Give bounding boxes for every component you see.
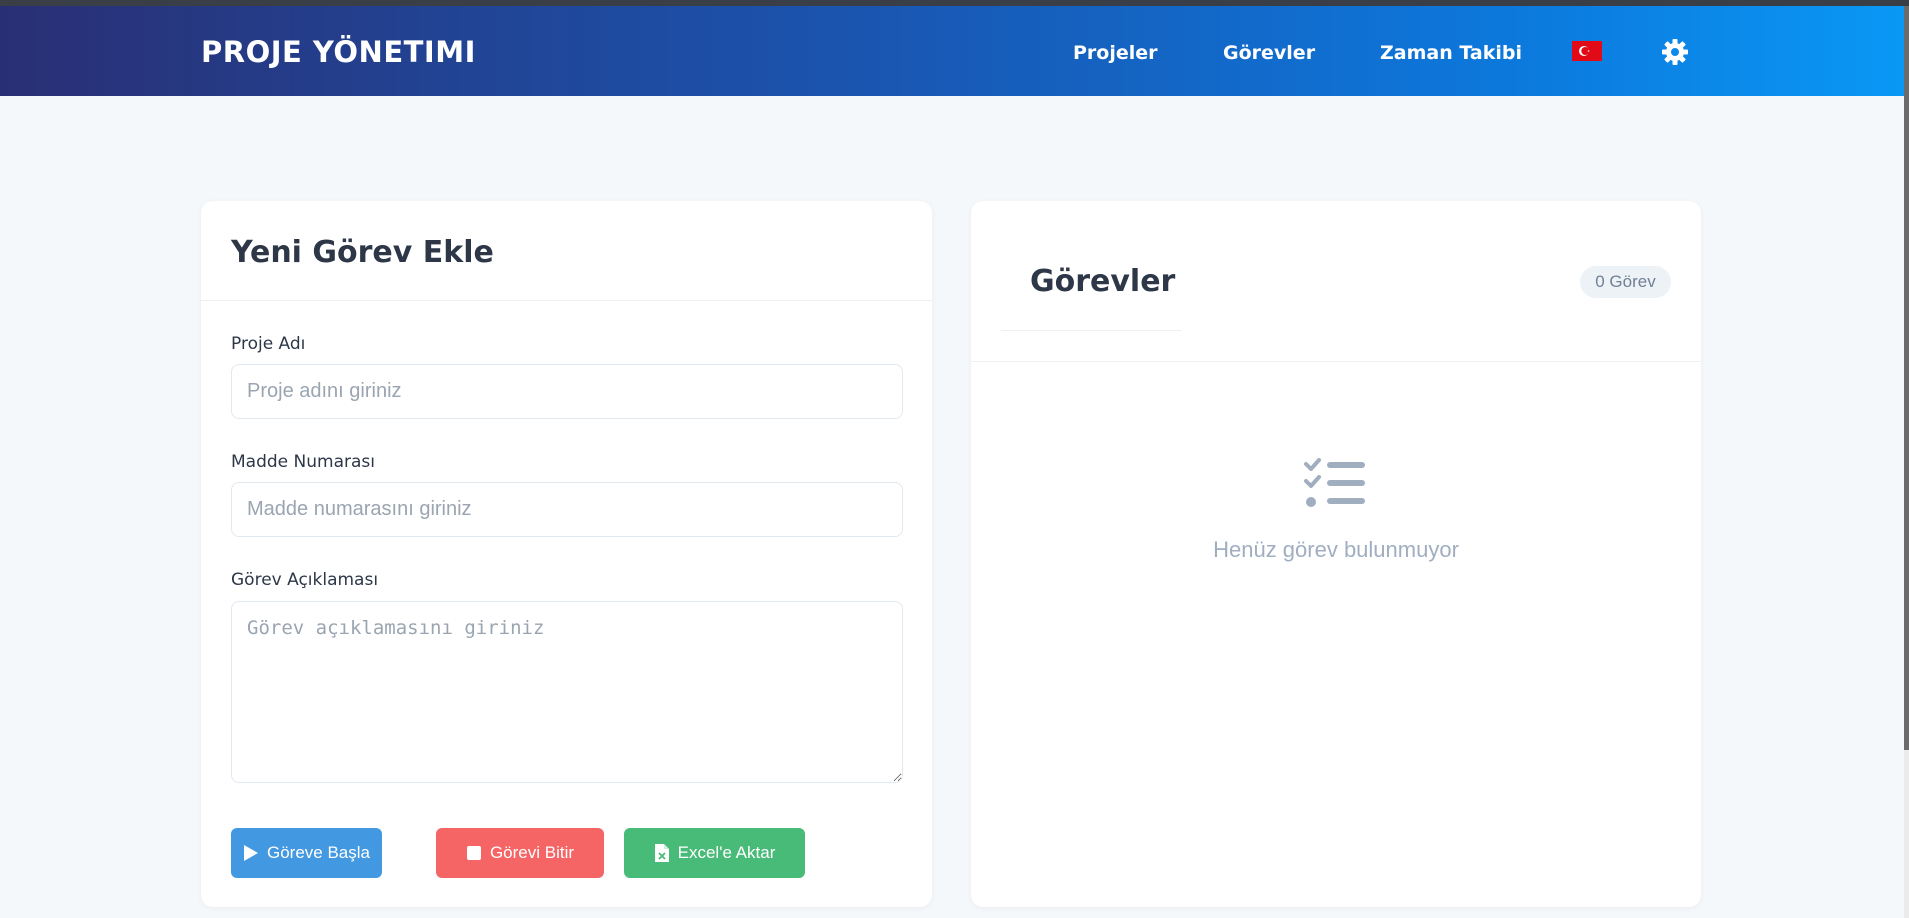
gear-icon[interactable] <box>1661 38 1689 71</box>
new-task-card: Yeni Görev Ekle Proje Adı Madde Numarası… <box>201 201 932 907</box>
card-divider <box>971 361 1701 362</box>
project-name-label: Proje Adı <box>231 334 306 354</box>
tasks-title-underline <box>1001 330 1182 331</box>
navbar: PROJE YÖNETIMI Projeler Görevler Zaman T… <box>0 6 1904 96</box>
tasks-card: Görevler 0 Görev Henüz görev bulunmuyor <box>971 201 1701 907</box>
item-number-label: Madde Numarası <box>231 452 375 472</box>
empty-tasks-message: Henüz görev bulunmuyor <box>1213 537 1459 562</box>
description-textarea[interactable] <box>231 601 903 783</box>
new-task-title: Yeni Görev Ekle <box>231 235 494 270</box>
project-name-input[interactable] <box>231 364 903 419</box>
description-label: Görev Açıklaması <box>231 570 379 590</box>
excel-file-icon <box>654 844 669 862</box>
brand-title[interactable]: PROJE YÖNETIMI <box>201 35 476 69</box>
task-count-badge: 0 Görev <box>1580 266 1671 298</box>
start-task-button[interactable]: Göreve Başla <box>231 828 382 878</box>
turkey-flag-icon[interactable] <box>1572 41 1602 61</box>
stop-icon <box>466 846 481 860</box>
scrollbar-thumb[interactable] <box>1904 6 1909 750</box>
card-divider <box>201 300 932 301</box>
play-icon <box>244 845 258 861</box>
task-list-icon <box>1303 457 1367 516</box>
start-task-label: Göreve Başla <box>267 843 370 862</box>
finish-task-label: Görevi Bitir <box>489 843 575 862</box>
export-excel-label: Excel'e Aktar <box>677 843 776 862</box>
item-number-input[interactable] <box>231 482 903 537</box>
finish-task-button[interactable]: Görevi Bitir <box>436 828 604 878</box>
nav-time-tracking[interactable]: Zaman Takibi <box>1380 42 1522 64</box>
export-excel-button[interactable]: Excel'e Aktar <box>624 828 805 878</box>
nav-tasks[interactable]: Görevler <box>1223 42 1315 64</box>
nav-projects[interactable]: Projeler <box>1073 42 1158 64</box>
tasks-title: Görevler <box>1030 264 1176 299</box>
